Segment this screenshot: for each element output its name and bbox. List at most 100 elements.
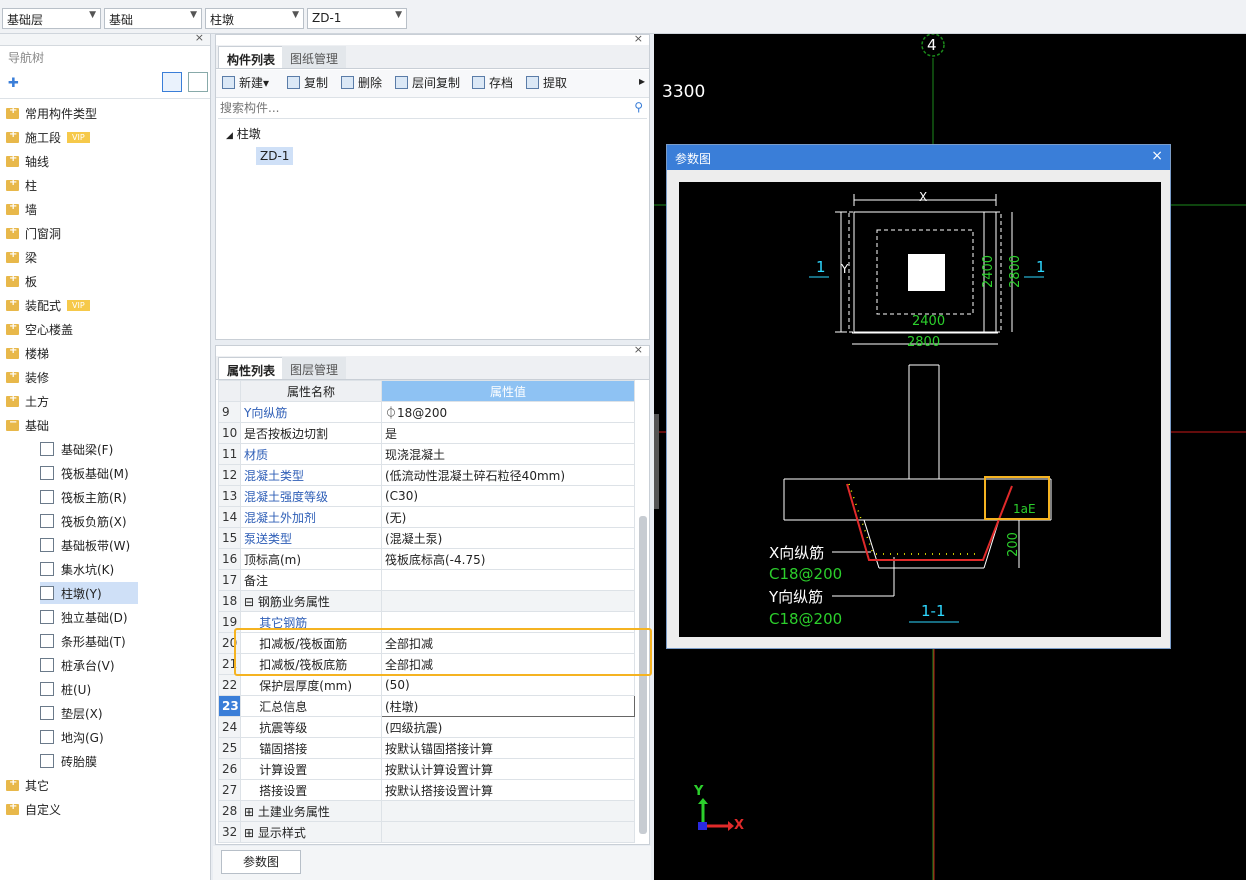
component-icon	[40, 634, 54, 648]
table-row[interactable]: 28 ⊞ 土建业务属性	[218, 800, 635, 822]
table-row[interactable]: 24 抗震等级 (四级抗震)	[218, 716, 635, 738]
tab-property-list[interactable]: 属性列表	[218, 357, 285, 379]
nav-item[interactable]: 土方	[6, 390, 49, 412]
table-row[interactable]: 22 保护层厚度(mm) (50)	[218, 674, 635, 696]
table-row[interactable]: 17 备注	[218, 569, 635, 591]
tab-layer-manage[interactable]: 图层管理	[282, 357, 347, 379]
table-row[interactable]: 32 ⊞ 显示样式	[218, 821, 635, 843]
table-row[interactable]: 15 泵送类型 (混凝土泵)	[218, 527, 635, 549]
search-icon[interactable]: ⚲	[634, 100, 643, 114]
dim-text: 3300	[662, 82, 706, 102]
nav-item[interactable]: 轴线	[6, 150, 49, 172]
property-value[interactable]: 按默认搭接设置计算	[381, 779, 635, 801]
property-value[interactable]: 筏板底标高(-4.75)	[381, 548, 635, 570]
nav-item[interactable]: 装配式 VIP	[6, 294, 90, 316]
nav-item[interactable]: 基础	[6, 414, 49, 436]
nav-sub-item[interactable]: 砖胎膜	[40, 750, 97, 772]
floor-select[interactable]: 基础层 ▼	[2, 8, 101, 29]
nav-sub-item[interactable]: 独立基础(D)	[40, 606, 128, 628]
category-select[interactable]: 基础 ▼	[104, 8, 202, 29]
table-row[interactable]: 14 混凝土外加剂 (无)	[218, 506, 635, 528]
row-number: 25	[218, 737, 241, 759]
add-icon[interactable]: ✚	[8, 76, 19, 91]
table-row[interactable]: 9 Y向纵筋 ⏀18@200	[218, 401, 635, 423]
tab-drawing-manage[interactable]: 图纸管理	[282, 46, 347, 68]
nav-item[interactable]: 墙	[6, 198, 37, 220]
search-input[interactable]	[218, 99, 618, 117]
property-value[interactable]: (低流动性混凝土碎石粒径40mm)	[381, 464, 635, 486]
tree-item-zd1[interactable]: ZD-1	[256, 147, 294, 165]
nav-item[interactable]: 楼梯	[6, 342, 49, 364]
close-icon[interactable]: ×	[634, 32, 643, 45]
property-value[interactable]: (C30)	[381, 485, 635, 507]
nav-item[interactable]: 空心楼盖	[6, 318, 73, 340]
more-icon[interactable]: ▸	[639, 74, 645, 88]
property-value[interactable]: 现浇混凝土	[381, 443, 635, 465]
table-row[interactable]: 11 材质 现浇混凝土	[218, 443, 635, 465]
property-value[interactable]	[381, 569, 635, 591]
nav-sub-label: 集水坑(K)	[61, 562, 115, 577]
nav-sub-item[interactable]: 桩(U)	[40, 678, 91, 700]
nav-sub-item[interactable]: 筏板基础(M)	[40, 462, 129, 484]
nav-item[interactable]: 施工段 VIP	[6, 126, 90, 148]
detail-view-icon[interactable]	[188, 72, 208, 92]
table-row[interactable]: 26 计算设置 按默认计算设置计算	[218, 758, 635, 780]
property-value[interactable]: ⏀18@200	[381, 401, 635, 423]
header-name: 属性名称	[240, 380, 382, 402]
delete-button[interactable]: 删除	[341, 74, 382, 91]
nav-sub-item[interactable]: 筏板主筋(R)	[40, 486, 127, 508]
table-row[interactable]: 13 混凝土强度等级 (C30)	[218, 485, 635, 507]
nav-sub-label: 条形基础(T)	[61, 634, 126, 649]
nav-item[interactable]: 柱	[6, 174, 37, 196]
nav-item[interactable]: 装修	[6, 366, 49, 388]
property-value[interactable]	[381, 821, 635, 843]
nav-item[interactable]: 门窗洞	[6, 222, 61, 244]
table-row[interactable]: 27 搭接设置 按默认搭接设置计算	[218, 779, 635, 801]
list-view-icon[interactable]	[162, 72, 182, 92]
nav-sub-item[interactable]: 基础梁(F)	[40, 438, 113, 460]
nav-sub-item[interactable]: 筏板负筋(X)	[40, 510, 127, 532]
property-value[interactable]: 按默认锚固搭接计算	[381, 737, 635, 759]
property-value[interactable]: 按默认计算设置计算	[381, 758, 635, 780]
nav-item[interactable]: 板	[6, 270, 37, 292]
property-value[interactable]: (混凝土泵)	[381, 527, 635, 549]
property-value[interactable]: (柱墩)	[381, 695, 635, 717]
tree-group[interactable]: ◢ 柱墩	[226, 125, 261, 142]
property-value[interactable]: 是	[381, 422, 635, 444]
new-button[interactable]: 新建 ▾	[222, 74, 269, 91]
extract-button[interactable]: 提取	[526, 74, 567, 91]
splitter-handle[interactable]	[654, 414, 659, 509]
component-select[interactable]: ZD-1 ▼	[307, 8, 407, 29]
nav-item[interactable]: 其它	[6, 774, 49, 796]
property-value[interactable]: (无)	[381, 506, 635, 528]
table-row[interactable]: 16 顶标高(m) 筏板底标高(-4.75)	[218, 548, 635, 570]
nav-sub-item[interactable]: 桩承台(V)	[40, 654, 115, 676]
nav-sub-item[interactable]: 垫层(X)	[40, 702, 103, 724]
tab-component-list[interactable]: 构件列表	[218, 46, 285, 68]
nav-item[interactable]: 梁	[6, 246, 37, 268]
type-select[interactable]: 柱墩 ▼	[205, 8, 304, 29]
nav-sub-item[interactable]: 基础板带(W)	[40, 534, 130, 556]
nav-sub-item[interactable]: 柱墩(Y)	[40, 582, 138, 604]
nav-item[interactable]: 自定义	[6, 798, 61, 820]
close-icon[interactable]: ×	[634, 343, 643, 356]
property-value[interactable]: (四级抗震)	[381, 716, 635, 738]
property-value[interactable]: (50)	[381, 674, 635, 696]
nav-item[interactable]: 常用构件类型	[6, 102, 97, 124]
close-icon[interactable]: ×	[1151, 148, 1163, 164]
floor-copy-button[interactable]: 层间复制	[395, 74, 460, 91]
nav-sub-item[interactable]: 集水坑(K)	[40, 558, 114, 580]
property-value[interactable]	[381, 800, 635, 822]
table-row[interactable]: 10 是否按板边切割是	[218, 422, 635, 444]
table-row[interactable]: 18 ⊟ 钢筋业务属性	[218, 590, 635, 612]
table-row[interactable]: 12 混凝土类型 (低流动性混凝土碎石粒径40mm)	[218, 464, 635, 486]
nav-sub-item[interactable]: 条形基础(T)	[40, 630, 126, 652]
save-button[interactable]: 存档	[472, 74, 513, 91]
param-diagram-button[interactable]: 参数图	[221, 850, 301, 874]
property-value[interactable]	[381, 590, 635, 612]
copy-button[interactable]: 复制	[287, 74, 328, 91]
table-row[interactable]: 25 锚固搭接 按默认锚固搭接计算	[218, 737, 635, 759]
nav-sub-item[interactable]: 地沟(G)	[40, 726, 104, 748]
table-row[interactable]: 23 汇总信息 (柱墩)	[218, 695, 635, 717]
close-icon[interactable]: ×	[195, 31, 204, 44]
